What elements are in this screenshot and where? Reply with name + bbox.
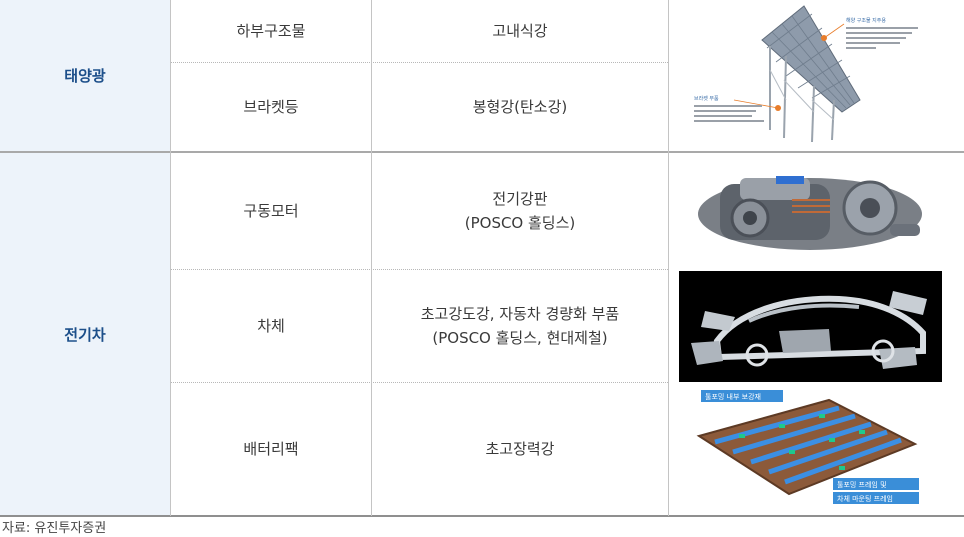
table-bottom-border [0,515,964,517]
car-body-image [679,271,942,382]
material-cell: 초고장력강 [372,383,668,515]
material-table: 태양광 전기차 하부구조물 브라켓등 구동모터 차체 배터리팩 고내식강 봉형강… [0,0,964,517]
row-divider [171,382,668,383]
svg-text:차체 마운팅 프레임: 차체 마운팅 프레임 [837,494,893,503]
column-divider [371,0,372,516]
category-ev: 전기차 [0,153,170,515]
solar-panel-mount-image: 해양 구조물 지주용 브라켓 부품 [674,0,946,150]
part-cell: 차체 [171,270,371,382]
material-sublabel: (POSCO 홀딩스) [464,214,576,232]
svg-text:브라켓 부품: 브라켓 부품 [694,95,719,102]
material-sublabel: (POSCO 홀딩스, 현대제철) [432,329,608,347]
part-label: 배터리팩 [243,440,299,458]
category-label: 태양광 [64,67,106,85]
svg-text:해양 구조물 지주용: 해양 구조물 지주용 [846,17,886,24]
part-label: 차체 [257,317,285,335]
material-label: 초고장력강 [485,440,555,458]
material-label: 고내식강 [492,22,548,40]
svg-text:툴포밍 내부 보강재: 툴포밍 내부 보강재 [705,392,761,401]
part-cell: 구동모터 [171,153,371,269]
group-divider [0,151,964,153]
row-divider [171,62,668,63]
material-cell: 고내식강 [372,0,668,62]
material-cell: 초고강도강, 자동차 경량화 부품 (POSCO 홀딩스, 현대제철) [372,270,668,382]
material-cell: 봉형강(탄소강) [372,63,668,151]
material-label: 봉형강(탄소강) [472,98,568,116]
category-solar: 태양광 [0,0,170,151]
part-label: 하부구조물 [236,22,306,40]
column-divider [668,0,669,516]
material-cell: 전기강판 (POSCO 홀딩스) [372,153,668,269]
part-label: 브라켓등 [243,98,299,116]
material-label: 전기강판 [492,190,548,208]
drive-motor-image [680,156,942,266]
part-cell: 배터리팩 [171,383,371,515]
part-cell: 브라켓등 [171,63,371,151]
column-divider [170,0,171,516]
category-label: 전기차 [64,325,106,344]
part-cell: 하부구조물 [171,0,371,62]
row-divider [171,269,668,270]
svg-text:툴포밍 프레임 및: 툴포밍 프레임 및 [837,480,887,489]
battery-pack-image: 툴포밍 내부 보강재 툴포밍 프레임 및 차체 마운팅 프레임 [679,386,923,514]
part-label: 구동모터 [243,202,299,220]
source-note: 자료: 유진투자증권 [2,521,107,536]
material-label: 초고강도강, 자동차 경량화 부품 [420,305,620,323]
